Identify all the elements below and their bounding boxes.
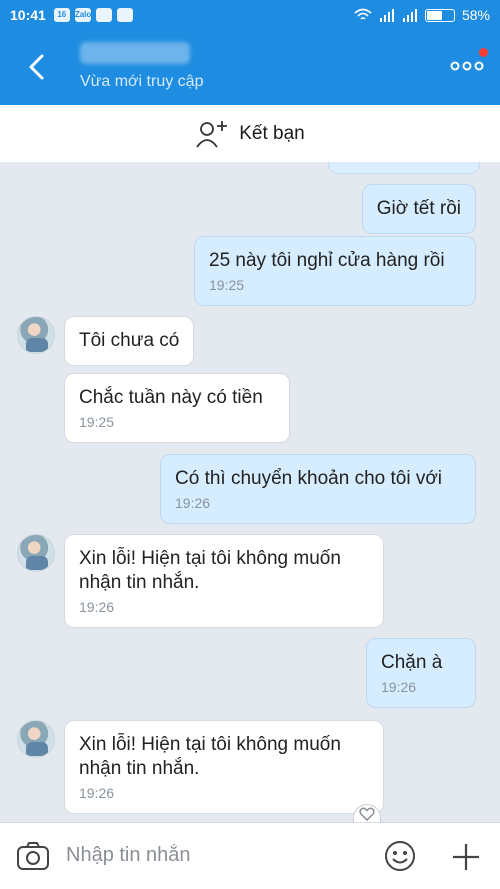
message-text: 25 này tôi nghỉ cửa hàng rồi [209, 250, 445, 271]
heart-icon [359, 807, 375, 821]
more-options-icon[interactable] [450, 56, 484, 76]
contact-avatar[interactable] [17, 534, 55, 572]
message-input[interactable] [66, 835, 366, 875]
message-text: Giờ tết rồi [376, 198, 461, 219]
add-friend-button[interactable]: Kết bạn [0, 105, 500, 162]
message-bubble-outgoing[interactable]: Giờ tết rồi [361, 184, 476, 234]
message-time: 19:26 [79, 785, 115, 801]
message-time: 19:25 [209, 277, 245, 293]
battery-icon [424, 8, 455, 22]
game-app-icon-2 [116, 8, 133, 22]
message-text: Có thì chuyển khoản cho tôi với [175, 468, 443, 489]
status-bar: 10:41 16 Zalo 58% [0, 0, 500, 30]
chat-header: Vừa mới truy cập [0, 30, 500, 105]
message-text: Xin lỗi! Hiện tại tôi không muốn nhận ti… [79, 734, 341, 779]
emoji-icon[interactable] [384, 840, 416, 872]
contact-avatar[interactable] [17, 720, 55, 758]
message-bubble-incoming[interactable]: Xin lỗi! Hiện tại tôi không muốn nhận ti… [64, 720, 384, 814]
contact-name-blurred[interactable] [80, 42, 190, 64]
message-text: Chặn à [381, 652, 443, 673]
game-app-icon [95, 8, 112, 22]
contact-avatar[interactable] [17, 316, 55, 354]
add-friend-icon [196, 120, 228, 148]
notification-badge-icon: 16 [53, 8, 70, 22]
back-arrow-icon[interactable] [20, 50, 54, 84]
reaction-heart-button[interactable] [353, 804, 381, 824]
message-bubble-outgoing[interactable]: Có thì chuyển khoản cho tôi với 19:26 [160, 454, 476, 524]
message-bubble-incoming[interactable]: Tôi chưa có [64, 316, 195, 366]
signal-icon-2 [402, 9, 417, 22]
plus-icon[interactable] [450, 841, 482, 873]
message-time: 19:26 [175, 495, 211, 511]
message-input-bar [0, 822, 500, 889]
message-text: Tôi chưa có [79, 330, 180, 351]
signal-icon [379, 9, 394, 22]
wifi-icon [354, 8, 372, 20]
zalo-app-icon: Zalo [74, 8, 91, 22]
message-time: 19:26 [381, 679, 417, 695]
message-bubble-incoming[interactable]: Chắc tuần này có tiền 19:25 [64, 373, 290, 443]
add-friend-label: Kết bạn [239, 122, 305, 144]
message-time: 19:25 [79, 414, 115, 430]
message-text: Chắc tuần này có tiền [79, 387, 263, 408]
message-list[interactable]: Giờ tết rồi 25 này tôi nghỉ cửa hàng rồi… [0, 162, 500, 822]
status-time: 10:41 [10, 7, 46, 23]
message-bubble-incoming[interactable]: Xin lỗi! Hiện tại tôi không muốn nhận ti… [64, 534, 384, 628]
message-bubble-outgoing[interactable]: Chặn à 19:26 [366, 638, 476, 708]
last-seen-status: Vừa mới truy cập [80, 73, 204, 90]
camera-icon[interactable] [16, 841, 50, 871]
message-time: 19:26 [79, 599, 115, 615]
message-bubble-outgoing[interactable]: 25 này tôi nghỉ cửa hàng rồi 19:25 [194, 236, 476, 306]
message-text: Xin lỗi! Hiện tại tôi không muốn nhận ti… [79, 548, 341, 593]
notification-dot [479, 48, 488, 57]
battery-percent: 58% [461, 7, 490, 23]
